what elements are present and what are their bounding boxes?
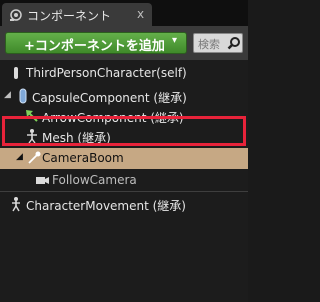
components-panel-icon — [10, 9, 22, 21]
tree-row-label: CameraBoom — [42, 151, 124, 165]
capsule-icon — [19, 88, 27, 104]
toolbar: +コンポーネントを追加 ▾ 検索 — [0, 26, 248, 60]
tree-row-label: Mesh (継承) — [42, 131, 111, 145]
tree-row-thirdpersoncharacter[interactable]: ThirdPersonCharacter(self) — [0, 63, 248, 83]
mesh-icon — [27, 129, 37, 144]
add-component-button[interactable]: +コンポーネントを追加 ▾ — [5, 32, 187, 54]
tree-row-label: CharacterMovement (継承) — [26, 199, 186, 213]
expand-triangle-icon[interactable]: ◢ — [16, 152, 23, 162]
add-component-label: +コンポーネントを追加 — [24, 39, 165, 54]
camera-boom-icon — [28, 151, 41, 164]
tree-row-arrowcomponent[interactable]: ArrowComponent (継承) — [0, 106, 248, 126]
search-input[interactable]: 検索 — [193, 33, 243, 53]
movement-icon — [12, 197, 20, 212]
camera-icon — [36, 177, 49, 184]
components-panel: コンポーネント x +コンポーネントを追加 ▾ 検索 ThirdPersonCh… — [0, 0, 248, 302]
chevron-down-icon: ▾ — [172, 35, 178, 46]
tree-row-followcamera[interactable]: FollowCamera — [0, 170, 248, 190]
tree-row-charactermovement[interactable]: CharacterMovement (継承) — [0, 194, 248, 214]
tree-row-label: CapsuleComponent (継承) — [32, 91, 187, 105]
tree-row-cameraboom[interactable]: ◢ CameraBoom — [0, 148, 248, 169]
arrow-icon — [26, 110, 38, 122]
tree-row-mesh[interactable]: Mesh (継承) — [0, 126, 248, 146]
close-icon[interactable]: x — [137, 7, 144, 21]
expand-triangle-icon[interactable]: ◢ — [4, 90, 11, 100]
tab-strip: コンポーネント x — [0, 0, 248, 26]
tab-title: コンポーネント — [27, 9, 112, 23]
tab-components[interactable]: コンポーネント x — [2, 3, 152, 26]
component-tree: ThirdPersonCharacter(self) ◢ CapsuleComp… — [0, 60, 248, 302]
search-icon — [227, 37, 240, 50]
tree-row-label: FollowCamera — [52, 173, 137, 187]
panel-content: +コンポーネントを追加 ▾ 検索 ThirdPersonCharacter(se… — [0, 26, 248, 302]
character-icon — [14, 67, 18, 79]
search-placeholder: 検索 — [198, 38, 220, 51]
tree-divider — [0, 191, 248, 192]
tree-row-capsulecomponent[interactable]: ◢ CapsuleComponent (継承) — [0, 86, 248, 106]
tree-row-label: ThirdPersonCharacter(self) — [26, 66, 187, 80]
tree-row-label: ArrowComponent (継承) — [42, 111, 184, 125]
